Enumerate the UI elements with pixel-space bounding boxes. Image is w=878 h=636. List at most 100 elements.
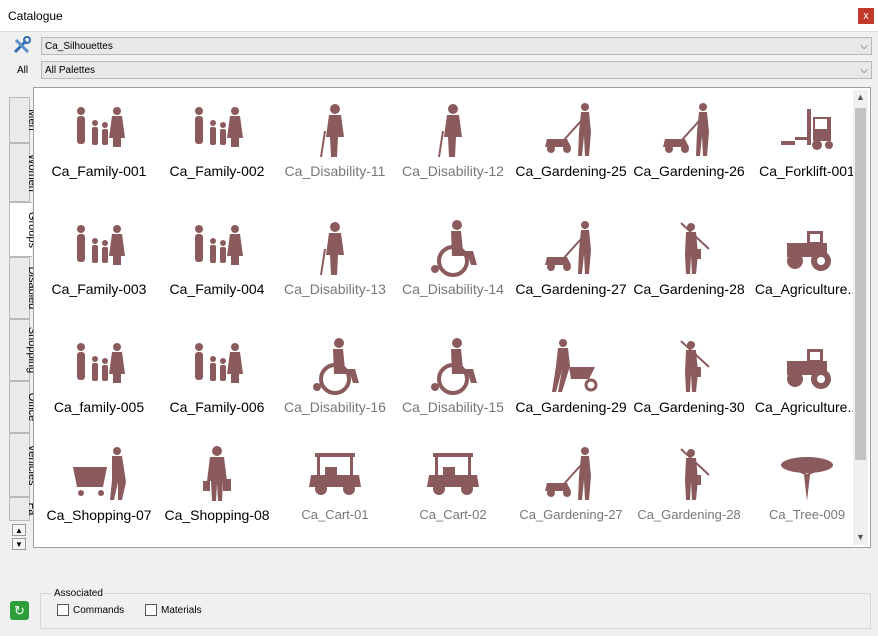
person-cane-icon xyxy=(320,104,344,158)
palette-select-value: All Palettes xyxy=(45,65,96,76)
chevron-down-icon: ⌵ xyxy=(860,65,868,76)
wheelchair-icon xyxy=(313,338,359,395)
tab-disabled[interactable]: Disabled xyxy=(9,257,38,319)
catalogue-item[interactable]: Ca_Disability-14 xyxy=(394,211,512,321)
catalogue-item-label: Ca_family-005 xyxy=(53,399,145,415)
tab-men[interactable]: Men xyxy=(9,97,38,143)
catalogue-item-label: Ca_Forklift-001 xyxy=(759,163,855,179)
catalogue-item[interactable]: Ca_Agriculture... xyxy=(748,211,866,321)
catalogue-item[interactable]: Ca_Tree-009 xyxy=(748,437,866,547)
catalogue-item[interactable]: Ca_Disability-11 xyxy=(276,93,394,203)
family-icon xyxy=(195,343,243,383)
catalogue-item-label: Ca_Family-004 xyxy=(169,281,265,297)
catalogue-item-label: Ca_Gardening-25 xyxy=(515,163,627,179)
close-button[interactable]: x xyxy=(858,8,874,24)
family-icon xyxy=(77,343,125,383)
materials-checkbox[interactable] xyxy=(145,604,157,616)
gardener-icon xyxy=(680,222,710,274)
vertical-scrollbar[interactable]: ▲ ▼ xyxy=(853,90,868,545)
catalogue-item[interactable]: Ca_Cart-01 xyxy=(276,437,394,547)
catalogue-item[interactable]: Ca_Gardening-27 xyxy=(512,211,630,321)
title-bar: Catalogue x xyxy=(0,0,878,32)
catalogue-item-label: Ca_Gardening-27 xyxy=(515,281,627,297)
catalogue-item[interactable]: Ca_Family-002 xyxy=(158,93,276,203)
catalogue-item[interactable]: Ca_Gardening-28 xyxy=(630,437,748,547)
catalogue-item[interactable]: Ca_Gardening-28 xyxy=(630,211,748,321)
tab-shopping[interactable]: Shopping xyxy=(9,319,38,381)
catalogue-item-label: Ca_Family-001 xyxy=(51,163,147,179)
catalogue-item-label: Ca_Disability-16 xyxy=(284,399,386,415)
all-label: All xyxy=(17,65,29,76)
forklift-icon xyxy=(781,109,833,150)
tab-groups[interactable]: Groups xyxy=(9,202,38,257)
catalogue-item[interactable]: Ca_Family-004 xyxy=(158,211,276,321)
catalogue-item-label: Ca_Shopping-07 xyxy=(46,507,152,523)
catalogue-item-label: Ca_Disability-13 xyxy=(284,281,386,297)
catalogue-item-label: Ca_Tree-009 xyxy=(768,507,846,522)
shopper-icon xyxy=(203,446,231,501)
golf-cart-icon xyxy=(309,453,361,495)
catalogue-item-label: Ca_Family-002 xyxy=(169,163,265,179)
scroll-down-icon[interactable]: ▼ xyxy=(853,530,868,545)
commands-checkbox[interactable] xyxy=(57,604,69,616)
catalogue-item-label: Ca_Gardening-26 xyxy=(633,163,745,179)
tab-vehicles[interactable]: Vehicles xyxy=(9,433,38,497)
catalogue-item[interactable]: Ca_Cart-02 xyxy=(394,437,512,547)
lawn-mower-icon xyxy=(545,221,591,274)
tab-fa[interactable]: Fa xyxy=(9,497,38,521)
catalogue-item[interactable]: Ca_Gardening-26 xyxy=(630,93,748,203)
refresh-icon[interactable]: ↻ xyxy=(10,601,29,620)
catalogue-item[interactable]: Ca_Family-006 xyxy=(158,329,276,439)
associated-label: Associated xyxy=(52,588,105,599)
catalogue-item[interactable]: Ca_Disability-15 xyxy=(394,329,512,439)
catalogue-item[interactable]: Ca_Family-003 xyxy=(40,211,158,321)
catalogue-item-label: Ca_Gardening-27 xyxy=(519,507,623,522)
catalogue-item[interactable]: Ca_family-005 xyxy=(40,329,158,439)
catalogue-item[interactable]: Ca_Disability-12 xyxy=(394,93,512,203)
catalogue-item[interactable]: Ca_Shopping-07 xyxy=(40,437,158,547)
catalogue-item-label: Ca_Disability-15 xyxy=(402,399,504,415)
catalogue-item-label: Ca_Cart-01 xyxy=(301,507,369,522)
chevron-down-icon: ⌵ xyxy=(860,41,868,52)
catalogue-item[interactable]: Ca_Disability-13 xyxy=(276,211,394,321)
lawn-mower-icon xyxy=(545,447,591,500)
wheelbarrow-icon xyxy=(552,339,598,392)
category-select[interactable]: Ca_Silhouettes ⌵ xyxy=(41,37,872,55)
category-select-value: Ca_Silhouettes xyxy=(45,41,113,52)
catalogue-item-label: Ca_Cart-02 xyxy=(419,507,487,522)
catalogue-item[interactable]: Ca_Gardening-27 xyxy=(512,437,630,547)
tree-icon xyxy=(781,457,833,501)
catalogue-item[interactable]: Ca_Gardening-29 xyxy=(512,329,630,439)
catalogue-item-label: Ca_Family-003 xyxy=(51,281,147,297)
catalogue-item[interactable]: Ca_Agriculture... xyxy=(748,329,866,439)
catalogue-item-label: Ca_Family-006 xyxy=(169,399,265,415)
person-cane-icon xyxy=(438,104,462,158)
tab-women[interactable]: Women xyxy=(9,143,38,202)
family-icon xyxy=(195,225,243,265)
golf-cart-icon xyxy=(427,453,479,495)
catalogue-item-label: Ca_Agriculture... xyxy=(754,399,860,415)
scroll-thumb[interactable] xyxy=(855,108,866,460)
tab-scroll-up-button[interactable]: ▲ xyxy=(12,524,26,536)
scroll-up-icon[interactable]: ▲ xyxy=(853,90,868,105)
catalogue-item[interactable]: Ca_Gardening-30 xyxy=(630,329,748,439)
lawn-mower-icon xyxy=(663,103,709,156)
palette-select[interactable]: All Palettes ⌵ xyxy=(41,61,872,79)
person-cane-icon xyxy=(320,222,344,276)
catalogue-item[interactable]: Ca_Gardening-25 xyxy=(512,93,630,203)
tab-office[interactable]: Office xyxy=(9,381,38,433)
tab-scroll-down-button[interactable]: ▼ xyxy=(12,538,26,550)
tractor-icon xyxy=(787,349,831,389)
catalogue-item[interactable]: Ca_Forklift-001 xyxy=(748,93,866,203)
family-icon xyxy=(77,107,125,147)
wheelchair-icon xyxy=(431,220,477,277)
tools-icon[interactable] xyxy=(12,36,32,56)
family-icon xyxy=(195,107,243,147)
catalogue-item-label: Ca_Gardening-30 xyxy=(633,399,745,415)
gardener-icon xyxy=(680,340,710,392)
catalogue-item-label: Ca_Gardening-28 xyxy=(633,281,745,297)
window-title: Catalogue xyxy=(8,9,63,23)
catalogue-item[interactable]: Ca_Family-001 xyxy=(40,93,158,203)
catalogue-item[interactable]: Ca_Disability-16 xyxy=(276,329,394,439)
catalogue-item[interactable]: Ca_Shopping-08 xyxy=(158,437,276,547)
